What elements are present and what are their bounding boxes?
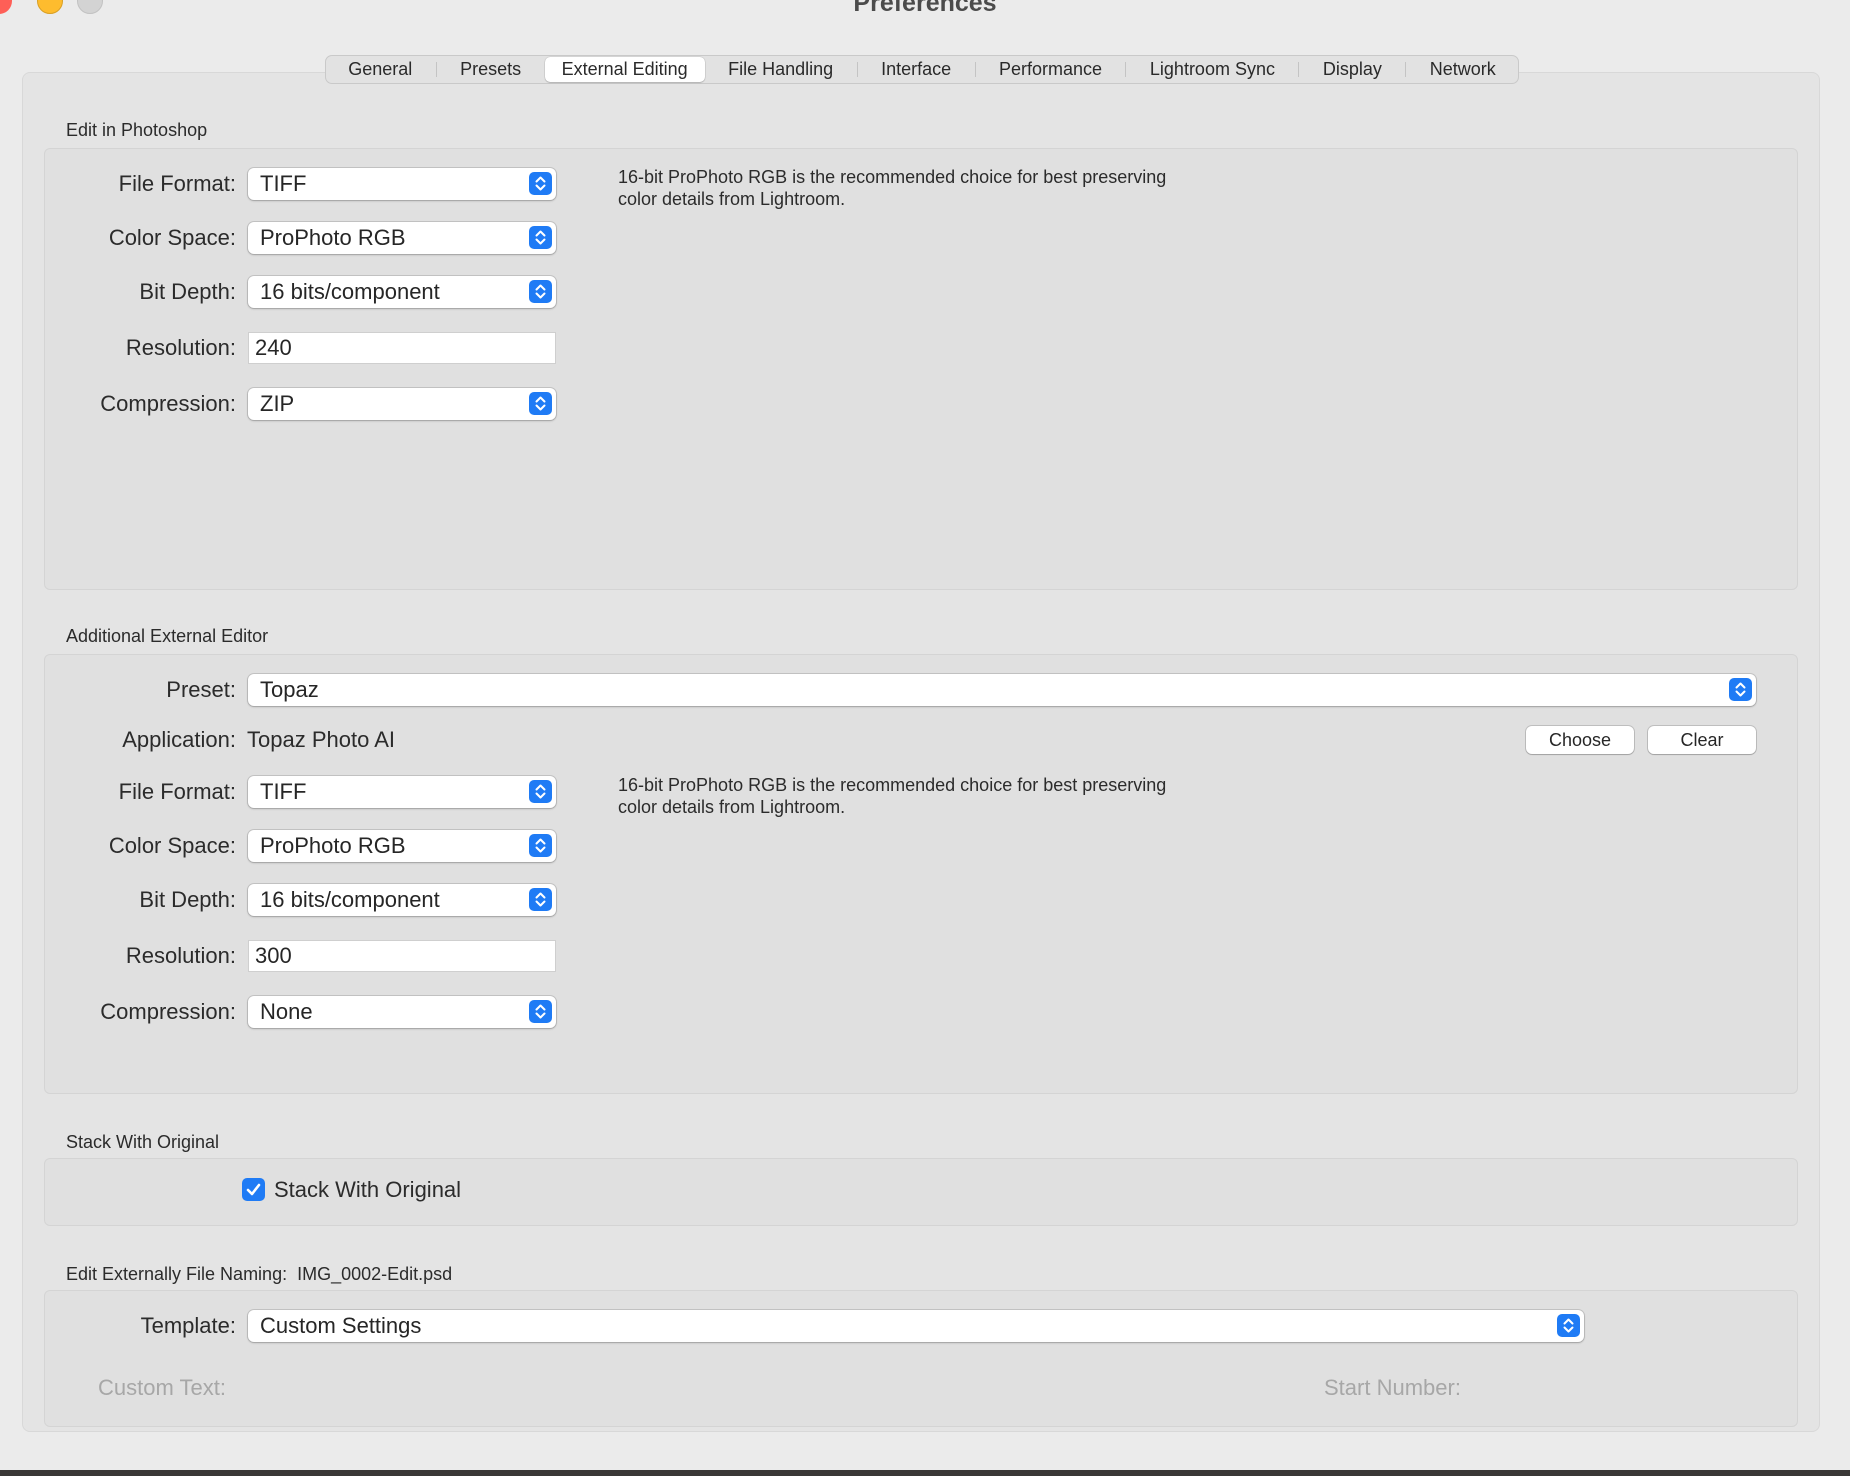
chevron-updown-icon [529, 392, 552, 415]
template-value: Custom Settings [260, 1313, 422, 1338]
ae-file-format-label: File Format: [118, 779, 236, 804]
chevron-updown-icon [1557, 1314, 1580, 1337]
ae-compression-value: None [260, 999, 313, 1024]
file-naming-section-title: Edit Externally File Naming: IMG_0002-Ed… [66, 1264, 452, 1285]
ps-color-space-label: Color Space: [108, 225, 236, 250]
tab-presets[interactable]: Presets [443, 57, 538, 82]
ae-preset-value: Topaz [260, 677, 319, 702]
ps-bit-depth-select[interactable]: 16 bits/component [248, 276, 556, 308]
ae-bit-depth-select[interactable]: 16 bits/component [248, 884, 556, 916]
checkmark-icon [246, 1183, 261, 1196]
ps-file-format-label: File Format: [118, 171, 236, 196]
chevron-updown-icon [529, 226, 552, 249]
file-naming-example: IMG_0002-Edit.psd [297, 1264, 453, 1284]
tab-separator [856, 62, 858, 77]
ps-bit-depth-label: Bit Depth: [139, 279, 236, 304]
desktop-background-strip [0, 1470, 1850, 1476]
stack-with-original-label[interactable]: Stack With Original [274, 1177, 461, 1203]
chevron-updown-icon [529, 888, 552, 911]
photoshop-section-title: Edit in Photoshop [66, 120, 208, 140]
ps-compression-label: Compression: [100, 391, 236, 416]
template-select[interactable]: Custom Settings [248, 1310, 1584, 1342]
ps-bit-depth-value: 16 bits/component [260, 279, 440, 304]
ps-note-line2: color details from Lightroom. [618, 189, 846, 209]
ae-color-space-label: Color Space: [108, 833, 236, 858]
file-naming-title: Edit Externally File Naming: [66, 1264, 288, 1284]
tab-separator [1405, 62, 1407, 77]
tab-separator [1298, 62, 1300, 77]
chevron-updown-icon [529, 780, 552, 803]
photoshop-settings-box [44, 148, 1798, 590]
ae-note-line1: 16-bit ProPhoto RGB is the recommended c… [618, 775, 1167, 795]
ae-preset-select[interactable]: Topaz [248, 674, 1756, 706]
ae-resolution-label: Resolution: [125, 943, 236, 968]
ps-color-space-select[interactable]: ProPhoto RGB [248, 222, 556, 254]
stack-section-title: Stack With Original [66, 1132, 220, 1152]
tab-file-handling[interactable]: File Handling [711, 57, 850, 82]
tab-external-editing[interactable]: External Editing [544, 57, 705, 82]
tab-network[interactable]: Network [1413, 57, 1513, 82]
chevron-updown-icon [529, 280, 552, 303]
window-title: Preferences [853, 0, 997, 17]
tab-bar: General Presets External Editing File Ha… [325, 55, 1519, 84]
custom-text-label: Custom Text: [98, 1375, 226, 1400]
ae-file-format-value: TIFF [260, 779, 307, 804]
tab-performance[interactable]: Performance [982, 57, 1119, 82]
tab-separator [435, 62, 437, 77]
tab-separator [974, 62, 976, 77]
choose-button[interactable]: Choose [1526, 726, 1634, 754]
ps-file-format-value: TIFF [260, 171, 307, 196]
ps-file-format-select[interactable]: TIFF [248, 168, 556, 200]
ae-bit-depth-label: Bit Depth: [139, 887, 236, 912]
chevron-updown-icon [529, 172, 552, 195]
ae-color-space-value: ProPhoto RGB [260, 833, 406, 858]
ae-file-format-select[interactable]: TIFF [248, 776, 556, 808]
chevron-updown-icon [529, 834, 552, 857]
ps-compression-select[interactable]: ZIP [248, 388, 556, 420]
additional-editor-box [44, 654, 1798, 1094]
chevron-updown-icon [1729, 678, 1752, 701]
ps-recommendation-note: 16-bit ProPhoto RGB is the recommended c… [618, 166, 1238, 210]
ae-resolution-input[interactable]: 300 [248, 940, 556, 972]
ae-application-value: Topaz Photo AI [247, 727, 395, 752]
ae-note-line2: color details from Lightroom. [618, 797, 846, 817]
tab-display[interactable]: Display [1306, 57, 1399, 82]
tab-interface[interactable]: Interface [864, 57, 968, 82]
ae-recommendation-note: 16-bit ProPhoto RGB is the recommended c… [618, 774, 1238, 818]
ps-resolution-input[interactable]: 240 [248, 332, 556, 364]
ps-note-line1: 16-bit ProPhoto RGB is the recommended c… [618, 167, 1167, 187]
ps-resolution-label: Resolution: [125, 335, 236, 360]
ps-color-space-value: ProPhoto RGB [260, 225, 406, 250]
ae-color-space-select[interactable]: ProPhoto RGB [248, 830, 556, 862]
ae-preset-label: Preset: [166, 677, 236, 702]
stack-with-original-checkbox[interactable] [242, 1178, 265, 1201]
title-bar: Preferences [0, 0, 1850, 34]
clear-button[interactable]: Clear [1648, 726, 1756, 754]
ps-compression-value: ZIP [260, 391, 295, 416]
additional-editor-section-title: Additional External Editor [66, 626, 269, 646]
ae-compression-select[interactable]: None [248, 996, 556, 1028]
chevron-updown-icon [529, 1000, 552, 1023]
tab-lightroom-sync[interactable]: Lightroom Sync [1133, 57, 1292, 82]
ae-compression-label: Compression: [100, 999, 236, 1024]
ae-application-label: Application: [122, 727, 236, 752]
template-label: Template: [140, 1313, 236, 1338]
start-number-label: Start Number: [1324, 1375, 1461, 1400]
tab-general[interactable]: General [331, 57, 429, 82]
ae-bit-depth-value: 16 bits/component [260, 887, 440, 912]
tab-separator [1125, 62, 1127, 77]
